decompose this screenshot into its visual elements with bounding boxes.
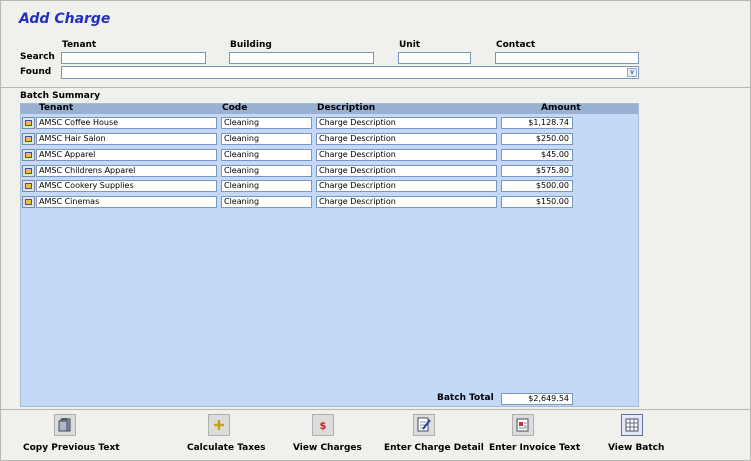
chevron-down-icon[interactable]: ∨ [627,68,637,77]
view-batch-label: View Batch [608,443,665,453]
grid-header-code: Code [222,103,248,113]
row-tenant-cell[interactable]: AMSC Cinemas [36,196,217,208]
row-tenant-cell[interactable]: AMSC Childrens Apparel [36,165,217,177]
row-amount-cell[interactable]: $150.00 [501,196,573,208]
row-description-cell[interactable]: Charge Description [316,165,497,177]
row-description-cell[interactable]: Charge Description [316,117,497,129]
row-tenant-cell[interactable]: AMSC Cookery Supplies [36,180,217,192]
table-row: AMSC Hair Salon Cleaning Charge Descript… [21,132,638,146]
calculate-taxes-label: Calculate Taxes [187,443,266,453]
edit-row-icon[interactable] [22,149,35,161]
row-tenant-cell[interactable]: AMSC Hair Salon [36,133,217,145]
copy-previous-text-label: Copy Previous Text [23,443,120,453]
plus-icon [208,414,230,436]
batch-summary-grid: Tenant Code Description Amount AMSC Coff… [20,103,639,407]
row-code-cell[interactable]: Cleaning [221,117,312,129]
edit-row-icon[interactable] [22,180,35,192]
enter-invoice-text-button[interactable]: Enter Invoice Text [480,410,580,461]
table-row: AMSC Coffee House Cleaning Charge Descri… [21,116,638,130]
grid-header-description: Description [317,103,376,113]
row-amount-cell[interactable]: $1,128.74 [501,117,573,129]
row-tenant-cell[interactable]: AMSC Coffee House [36,117,217,129]
view-charges-button[interactable]: $ View Charges [285,410,365,461]
building-column-label: Building [230,40,272,50]
header-separator [0,87,751,88]
table-row: AMSC Cinemas Cleaning Charge Description… [21,195,638,209]
row-amount-cell[interactable]: $45.00 [501,149,573,161]
enter-invoice-text-label: Enter Invoice Text [489,443,581,453]
table-row: AMSC Apparel Cleaning Charge Description… [21,148,638,162]
contact-column-label: Contact [496,40,536,50]
unit-search-input[interactable] [398,52,471,64]
row-amount-cell[interactable]: $500.00 [501,180,573,192]
row-description-cell[interactable]: Charge Description [316,180,497,192]
edit-row-icon[interactable] [22,196,35,208]
batch-total-value: $2,649.54 [501,393,573,405]
found-label: Found [20,67,52,77]
table-row: AMSC Cookery Supplies Cleaning Charge De… [21,179,638,193]
search-label: Search [20,52,55,62]
grid-icon [621,414,643,436]
clipboard-icon [54,414,76,436]
row-tenant-cell[interactable]: AMSC Apparel [36,149,217,161]
row-description-cell[interactable]: Charge Description [316,149,497,161]
building-search-input[interactable] [229,52,374,64]
row-description-cell[interactable]: Charge Description [316,196,497,208]
grid-header-tenant: Tenant [39,103,74,113]
dollar-icon: $ [312,414,334,436]
form-title: Add Charge [19,11,111,27]
tenant-column-label: Tenant [62,40,97,50]
svg-text:$: $ [320,421,327,432]
contact-search-input[interactable] [495,52,639,64]
view-batch-button[interactable]: View Batch [595,410,670,461]
found-dropdown[interactable]: ∨ [61,66,639,79]
batch-total-label: Batch Total [437,393,494,403]
calculate-taxes-button[interactable]: Calculate Taxes [170,410,280,461]
row-code-cell[interactable]: Cleaning [221,180,312,192]
row-amount-cell[interactable]: $250.00 [501,133,573,145]
row-description-cell[interactable]: Charge Description [316,133,497,145]
table-row: AMSC Childrens Apparel Cleaning Charge D… [21,164,638,178]
edit-row-icon[interactable] [22,165,35,177]
tenant-search-input[interactable] [61,52,206,64]
row-code-cell[interactable]: Cleaning [221,196,312,208]
row-code-cell[interactable]: Cleaning [221,165,312,177]
view-charges-label: View Charges [293,443,362,453]
row-code-cell[interactable]: Cleaning [221,133,312,145]
grid-header: Tenant Code Description Amount [21,103,638,114]
invoice-icon [512,414,534,436]
edit-document-icon [413,414,435,436]
row-amount-cell[interactable]: $575.80 [501,165,573,177]
grid-header-amount: Amount [541,103,581,113]
edit-row-icon[interactable] [22,133,35,145]
unit-column-label: Unit [399,40,421,50]
enter-charge-detail-label: Enter Charge Detail [384,443,484,453]
row-code-cell[interactable]: Cleaning [221,149,312,161]
enter-charge-detail-button[interactable]: Enter Charge Detail [375,410,484,461]
batch-summary-label: Batch Summary [20,91,101,101]
edit-row-icon[interactable] [22,117,35,129]
copy-previous-text-button[interactable]: Copy Previous Text [0,410,150,461]
